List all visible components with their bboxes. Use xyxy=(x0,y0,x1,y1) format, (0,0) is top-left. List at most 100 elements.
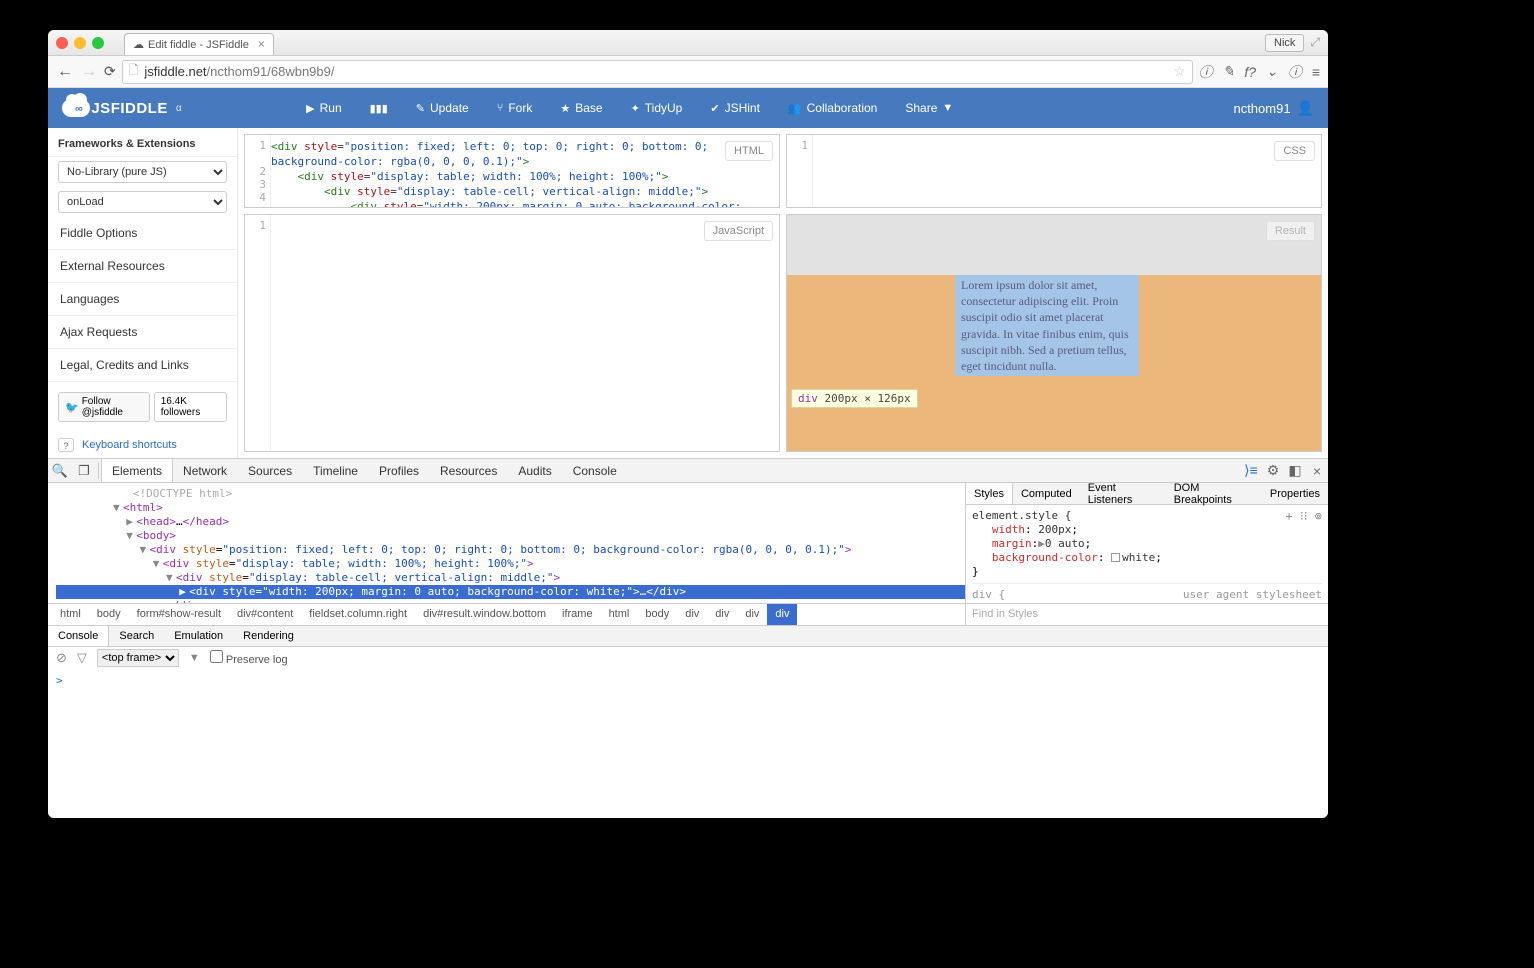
preserve-log-checkbox[interactable] xyxy=(210,650,223,663)
jsfiddle-user[interactable]: ncthom91 👤 xyxy=(1233,100,1314,117)
jsfiddle-logo[interactable]: ∞ JSFIDDLE α xyxy=(62,99,182,117)
chrome-menu-icon[interactable]: ≡ xyxy=(1312,64,1320,80)
fullscreen-icon[interactable]: ⤢ xyxy=(1310,35,1320,50)
console-body[interactable]: > xyxy=(48,669,1328,819)
ext-icon-1[interactable]: ⓘ xyxy=(1199,62,1213,82)
tab-audits[interactable]: Audits xyxy=(508,459,562,482)
keyboard-shortcuts-row: ? Keyboard shortcuts xyxy=(48,432,237,458)
sidebar-item-languages[interactable]: Languages xyxy=(48,283,237,316)
dom-breadcrumbs[interactable]: html body form#show-result div#content f… xyxy=(48,603,965,625)
library-select[interactable]: No-Library (pure JS) xyxy=(58,161,227,183)
tab-profiles[interactable]: Profiles xyxy=(369,459,430,482)
drawer-tab-rendering[interactable]: Rendering xyxy=(233,626,304,646)
styles-tab-listeners[interactable]: Event Listeners xyxy=(1080,483,1166,504)
star-icon: ★ xyxy=(560,102,570,115)
reload-button[interactable]: ⟳ xyxy=(104,63,116,80)
fork-button[interactable]: ⑂Fork xyxy=(483,88,547,128)
ext-eyedropper-icon[interactable]: ✎ xyxy=(1223,63,1235,80)
styles-tab-properties[interactable]: Properties xyxy=(1262,483,1328,504)
tab-network[interactable]: Network xyxy=(173,459,238,482)
sidebar-item-fiddle-options[interactable]: Fiddle Options xyxy=(48,217,237,250)
chevron-down-icon: ▼ xyxy=(942,102,953,114)
styles-header-icons[interactable]: + ⁝⁝ ⊚ xyxy=(1285,509,1322,523)
styles-panel: Styles Computed Event Listeners DOM Brea… xyxy=(966,483,1328,625)
ext-icon-3[interactable]: f? xyxy=(1244,64,1256,80)
console-prompt: > xyxy=(56,674,63,687)
styles-tabs: Styles Computed Event Listeners DOM Brea… xyxy=(966,483,1328,505)
js-pane[interactable]: JavaScript 1 xyxy=(244,214,780,452)
tab-console[interactable]: Console xyxy=(563,459,628,482)
people-icon: 👥 xyxy=(788,102,802,115)
sidebar-item-ajax[interactable]: Ajax Requests xyxy=(48,316,237,349)
styles-tab-computed[interactable]: Computed xyxy=(1013,483,1080,504)
html-pane[interactable]: HTML 1 234 <div style="position: fixed; … xyxy=(244,134,780,208)
logo-text: JSFIDDLE xyxy=(91,100,168,117)
dom-tree[interactable]: <!DOCTYPE html> ▼<html> ▶<head>…</head> … xyxy=(48,483,965,603)
onload-select[interactable]: onLoad xyxy=(58,191,227,213)
url-host: jsfiddle.net xyxy=(144,64,206,79)
inspector-dimension-tooltip: div 200px × 126px xyxy=(791,389,918,408)
styles-filter[interactable]: Find in Styles xyxy=(966,603,1328,625)
panes: HTML 1 234 <div style="position: fixed; … xyxy=(238,128,1328,458)
tab-resources[interactable]: Resources xyxy=(430,459,508,482)
drawer-toggle-icon[interactable]: ⟩≡ xyxy=(1240,459,1262,482)
follow-button[interactable]: 🐦Follow @jsfiddle xyxy=(58,392,150,422)
url-bar[interactable]: 🗋 jsfiddle.net/ncthom91/68wbn9b9/ ☆ xyxy=(122,60,1193,84)
js-gutter: 1 xyxy=(245,215,271,451)
drawer-tab-search[interactable]: Search xyxy=(109,626,164,646)
settings-gear-icon[interactable]: ⚙ xyxy=(1262,459,1284,482)
console-toolbar: ⊘ ▽ <top frame> ▼ Preserve log xyxy=(48,647,1328,669)
tidyup-button[interactable]: ✦TidyUp xyxy=(617,88,697,128)
tab-timeline[interactable]: Timeline xyxy=(303,459,369,482)
filter-icon[interactable]: ▽ xyxy=(77,650,87,666)
run-button[interactable]: ▶Run xyxy=(292,88,355,128)
back-button[interactable]: ← xyxy=(56,63,74,81)
styles-tab-breakpoints[interactable]: DOM Breakpoints xyxy=(1166,483,1262,504)
share-button[interactable]: Share ▼ xyxy=(891,88,967,128)
close-window-button[interactable] xyxy=(56,37,68,49)
maximize-window-button[interactable] xyxy=(92,37,104,49)
sidebar-item-legal[interactable]: Legal, Credits and Links xyxy=(48,349,237,382)
drawer-tab-console[interactable]: Console xyxy=(48,626,109,646)
stats-button[interactable]: ▮▮▮ xyxy=(356,88,402,128)
forward-button[interactable]: → xyxy=(80,63,98,81)
minimize-window-button[interactable] xyxy=(74,37,86,49)
color-swatch[interactable] xyxy=(1111,553,1120,562)
traffic-lights xyxy=(56,37,104,49)
clear-console-icon[interactable]: ⊘ xyxy=(56,650,67,666)
logo-alpha: α xyxy=(176,103,182,114)
css-pane-label: CSS xyxy=(1274,141,1315,161)
update-button[interactable]: ✎Update xyxy=(402,88,483,128)
close-devtools-icon[interactable]: × xyxy=(1306,459,1328,482)
devtools-tabbar: 🔍 ❐ Elements Network Sources Timeline Pr… xyxy=(48,459,1328,483)
browser-tab[interactable]: ☁ Edit fiddle - JSFiddle × xyxy=(124,33,274,55)
tab-elements[interactable]: Elements xyxy=(101,459,173,482)
styles-body[interactable]: element.style {+ ⁝⁝ ⊚ width: 200px; marg… xyxy=(966,505,1328,603)
sidebar-item-external-resources[interactable]: External Resources xyxy=(48,250,237,283)
tab-title: Edit fiddle - JSFiddle xyxy=(148,39,249,51)
preserve-log-label[interactable]: Preserve log xyxy=(210,650,288,666)
dock-icon[interactable]: ◧ xyxy=(1284,459,1306,482)
jsfiddle-body: Frameworks & Extensions No-Library (pure… xyxy=(48,128,1328,458)
chart-icon: ▮▮▮ xyxy=(370,102,388,115)
twitter-icon: 🐦 xyxy=(65,401,79,414)
tab-sources[interactable]: Sources xyxy=(238,459,303,482)
drawer-tab-emulation[interactable]: Emulation xyxy=(164,626,233,646)
keyboard-shortcuts-link[interactable]: Keyboard shortcuts xyxy=(82,439,177,451)
frame-select[interactable]: <top frame> xyxy=(97,649,179,667)
ext-pocket-icon[interactable]: ⌄ xyxy=(1266,63,1278,80)
styles-tab-styles[interactable]: Styles xyxy=(966,483,1013,504)
jshint-button[interactable]: ✔JSHint xyxy=(696,88,774,128)
base-button[interactable]: ★Base xyxy=(546,88,616,128)
tab-close-icon[interactable]: × xyxy=(258,37,265,51)
bookmark-star-icon[interactable]: ☆ xyxy=(1173,63,1186,80)
collaboration-button[interactable]: 👥Collaboration xyxy=(774,88,891,128)
html-code[interactable]: <div style="position: fixed; left: 0; to… xyxy=(271,139,775,208)
chrome-user-button[interactable]: Nick xyxy=(1265,34,1304,52)
check-icon: ✔ xyxy=(710,102,719,115)
inspect-icon[interactable]: 🔍 xyxy=(48,459,72,482)
css-pane[interactable]: CSS 1 xyxy=(786,134,1322,208)
device-icon[interactable]: ❐ xyxy=(72,459,96,482)
result-pane-label: Result xyxy=(1266,221,1315,241)
ext-info-icon[interactable]: ⓘ xyxy=(1288,62,1302,82)
